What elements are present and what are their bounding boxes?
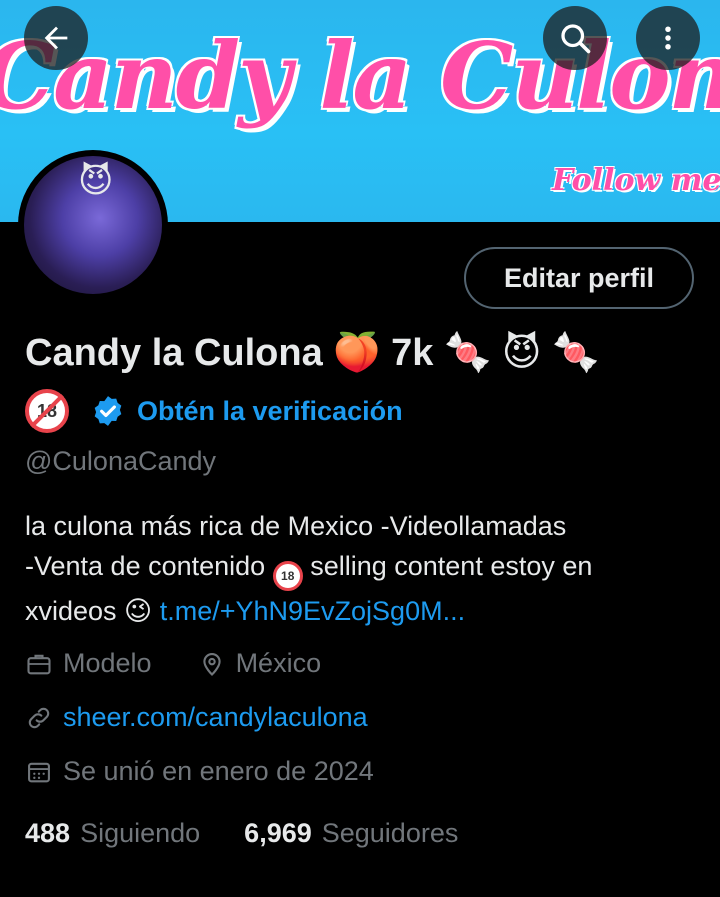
following-count: 488 [25,818,71,848]
location-text: México [235,648,322,678]
back-button[interactable] [24,6,88,70]
followers-label: Seguidores [321,818,459,848]
avatar-emoji: 😈 [78,162,114,200]
banner-title: Candy la Culona [0,22,720,130]
bio-link[interactable]: t.me/+YhN9EvZojSg0M... [160,596,465,626]
arrow-left-icon [39,21,73,55]
user-handle: @CulonaCandy [25,446,217,476]
link-icon [25,704,53,732]
banner-follow-text: Follow me [552,163,720,198]
age-restricted-icon: 18 [25,389,69,433]
joined-row: Se unió en enero de 2024 [25,756,374,787]
bio-text: -Venta de contenido [25,551,273,581]
get-verified-text: Obtén la verificación [137,395,403,426]
get-verified-link[interactable]: Obtén la verificación [91,394,403,428]
more-vertical-icon [653,23,683,53]
bio-line: la culona más rica de Mexico -Videollama… [25,511,567,541]
search-icon [557,20,593,56]
website-link[interactable]: sheer.com/candylaculona [63,702,368,733]
followers-link[interactable]: 6,969 Seguidores [244,818,458,849]
bio-line: -Venta de contenido 18 selling content e… [25,546,705,591]
profession-text: Modelo [63,648,152,678]
briefcase-icon [25,650,53,678]
followers-count: 6,969 [244,818,312,848]
website-row: sheer.com/candylaculona [25,702,368,733]
bio-text: xvideos 😉 [25,596,160,626]
bio-text: selling content estoy en [302,551,593,581]
display-name: Candy la Culona 🍑 7k 🍬 😈 🍬 [25,332,600,374]
bio: la culona más rica de Mexico -Videollama… [25,506,705,631]
follow-stats: 488 Siguiendo 6,969 Seguidores [25,818,458,849]
search-button[interactable] [543,6,607,70]
location-pin-icon [198,650,226,678]
avatar-image: 😈 [24,156,162,294]
age-badge-text: 18 [36,400,58,421]
age-restricted-icon: 18 [272,561,303,591]
calendar-icon [25,758,53,786]
following-label: Siguiendo [80,818,201,848]
edit-profile-button[interactable]: Editar perfil [464,247,694,309]
profile-meta-row: Modelo México [25,648,321,679]
verification-row: 18 Obtén la verificación [25,388,403,434]
following-link[interactable]: 488 Siguiendo [25,818,200,849]
avatar[interactable]: 😈 [18,150,168,300]
verified-badge-icon [91,394,125,428]
bio-line: xvideos 😉 t.me/+YhN9EvZojSg0M... [25,591,705,631]
more-options-button[interactable] [636,6,700,70]
joined-text: Se unió en enero de 2024 [63,756,374,786]
